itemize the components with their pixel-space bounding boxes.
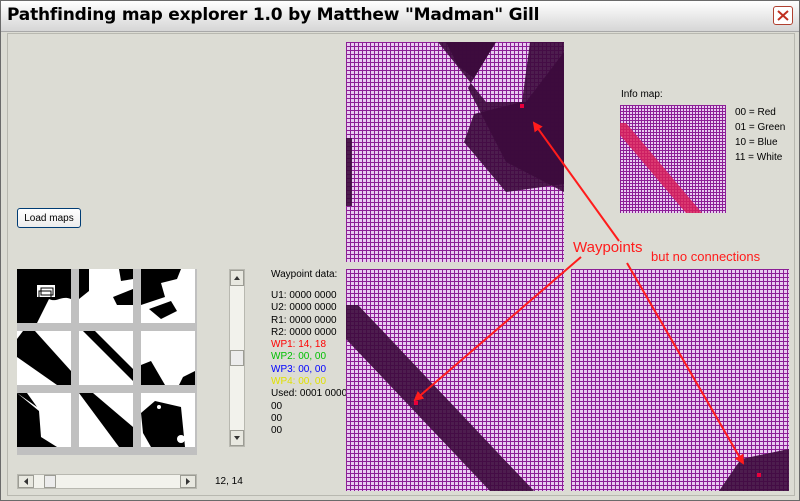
- map-grid-top[interactable]: [346, 42, 564, 262]
- map-terrain: [346, 305, 534, 491]
- info-map-grid[interactable]: [620, 105, 726, 213]
- waypoint-line: 00: [271, 425, 283, 437]
- waypoint-line: 00: [271, 400, 283, 412]
- minimap-terrain: [17, 269, 71, 323]
- minimap-terrain: [83, 331, 133, 381]
- scroll-down-button[interactable]: [230, 430, 244, 446]
- minimap-terrain: [141, 269, 181, 319]
- waypoint-marker: [414, 401, 418, 405]
- scroll-left-button[interactable]: [18, 475, 34, 488]
- info-map-title: Info map:: [621, 89, 663, 100]
- minimap-tile: [79, 269, 133, 323]
- minimap-terrain: [79, 393, 133, 447]
- scroll-thumb[interactable]: [230, 350, 244, 366]
- legend-item: 11 = White: [735, 152, 783, 163]
- legend-item: 00 = Red: [735, 107, 776, 118]
- waypoint-line: 00: [271, 412, 283, 424]
- minimap-tile: [17, 393, 71, 447]
- waypoint-line: Used: 0001 0000: [271, 388, 348, 400]
- waypoint-data-title: Waypoint data:: [271, 269, 338, 280]
- waypoint-line: R1: 0000 0000: [271, 314, 337, 326]
- window-title: Pathfinding map explorer 1.0 by Matthew …: [7, 5, 540, 25]
- waypoint-line: WP4: 00, 00: [271, 376, 327, 388]
- close-icon: [777, 10, 789, 21]
- scroll-up-button[interactable]: [230, 270, 244, 286]
- minimap-tile: [17, 269, 71, 323]
- app-window: Pathfinding map explorer 1.0 by Matthew …: [0, 0, 800, 501]
- waypoint-line: U2: 0000 0000: [271, 302, 337, 314]
- minimap-terrain: [141, 401, 185, 447]
- horizontal-scrollbar[interactable]: [17, 474, 197, 489]
- minimap-tile: [17, 331, 71, 385]
- arrow-up-icon: [234, 276, 240, 280]
- minimap-tile: [141, 269, 195, 323]
- minimap-terrain: [17, 393, 57, 447]
- waypoint-line: R2: 0000 0000: [271, 326, 337, 338]
- waypoint-marker: [757, 473, 761, 477]
- arrow-down-icon: [234, 436, 240, 440]
- arrow-right-icon: [186, 478, 190, 485]
- info-map-legend: 00 = Red 01 = Green 10 = Blue 11 = White: [735, 105, 785, 165]
- minimap-tile: [141, 331, 195, 385]
- minimap-terrain: [141, 361, 195, 385]
- legend-item: 10 = Blue: [735, 137, 778, 148]
- map-terrain: [719, 449, 789, 491]
- cursor-coords: 12, 14: [215, 476, 243, 487]
- minimap-terrain: [17, 331, 71, 385]
- load-maps-button[interactable]: Load maps: [17, 208, 81, 228]
- arrow-left-icon: [24, 478, 28, 485]
- waypoint-marker: [520, 104, 524, 108]
- waypoint-line: WP1: 14, 18: [271, 339, 327, 351]
- overview-minimap[interactable]: [17, 269, 197, 455]
- waypoint-data-list: U1: 0000 0000 U2: 0000 0000 R1: 0000 000…: [271, 290, 347, 438]
- map-terrain: [346, 42, 564, 206]
- vertical-scrollbar[interactable]: [229, 269, 245, 447]
- minimap-tile: [79, 331, 133, 385]
- waypoint-line: U1: 0000 0000: [271, 290, 337, 301]
- scroll-right-button[interactable]: [180, 475, 196, 488]
- horizontal-scroll-thumb[interactable]: [44, 475, 56, 488]
- minimap-tile: [79, 393, 133, 447]
- title-bar[interactable]: Pathfinding map explorer 1.0 by Matthew …: [1, 1, 799, 32]
- info-map-terrain: [620, 123, 702, 213]
- close-button[interactable]: [773, 6, 793, 25]
- minimap-tile: [141, 393, 195, 447]
- legend-item: 01 = Green: [735, 122, 786, 133]
- map-grid-bottom-left[interactable]: [346, 269, 564, 491]
- waypoint-line: WP2: 00, 00: [271, 351, 327, 363]
- map-grid-bottom-right[interactable]: [571, 269, 789, 491]
- minimap-terrain: [79, 269, 133, 305]
- waypoint-line: WP3: 00, 00: [271, 363, 327, 375]
